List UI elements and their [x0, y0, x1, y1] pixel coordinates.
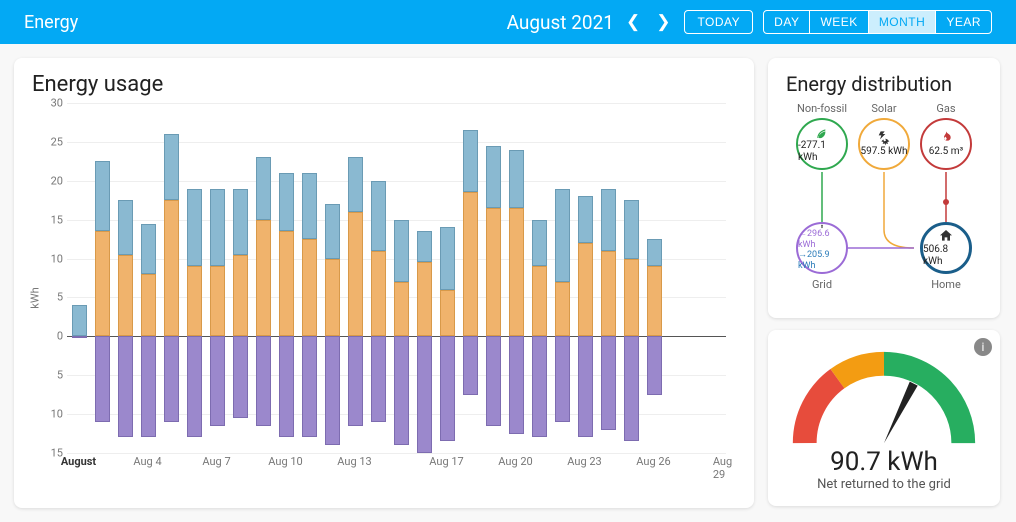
bar-day[interactable]: [394, 103, 409, 453]
solar-label: Solar: [854, 102, 914, 115]
y-tick: 10: [51, 408, 63, 421]
energy-usage-card: Energy usage kWh 30252015105051015 Augus…: [14, 58, 754, 508]
bar-day[interactable]: [486, 103, 501, 453]
right-column: Energy distribution Non-fossil -277.1 kW…: [768, 58, 1000, 508]
bar-day[interactable]: [440, 103, 455, 453]
app-header: Energy August 2021 ❮ ❯ TODAY DAY WEEK MO…: [0, 0, 1016, 44]
bar-day[interactable]: [463, 103, 478, 453]
bar-day[interactable]: [164, 103, 179, 453]
bar-day[interactable]: [187, 103, 202, 453]
bar-day[interactable]: [279, 103, 294, 453]
y-axis: 30252015105051015: [37, 103, 65, 453]
nonfossil-label: Non-fossil: [792, 102, 852, 115]
y-tick: 0: [57, 330, 63, 343]
x-tick: Aug 23: [567, 455, 601, 468]
x-tick: Aug 26: [636, 455, 670, 468]
usage-chart: kWh 30252015105051015 AugustAug 4Aug 7Au…: [67, 103, 726, 493]
bar-day[interactable]: [647, 103, 662, 453]
bar-day[interactable]: [72, 103, 87, 453]
bar-day[interactable]: [417, 103, 432, 453]
home-node[interactable]: 506.8 kWh: [920, 222, 972, 274]
grid-values: ←296.6 kWh →205.9 kWh: [798, 229, 846, 272]
gas-value: 62.5 m³: [929, 146, 963, 158]
x-tick: Aug 13: [337, 455, 371, 468]
bar-day[interactable]: [555, 103, 570, 453]
x-tick: Aug 10: [268, 455, 302, 468]
date-nav: August 2021 ❮ ❯: [507, 11, 675, 34]
bar-day[interactable]: [371, 103, 386, 453]
page-title: Energy: [24, 12, 78, 33]
bar-day[interactable]: [509, 103, 524, 453]
prev-button[interactable]: ❮: [622, 12, 644, 32]
y-tick: 25: [51, 135, 63, 148]
header-controls: August 2021 ❮ ❯ TODAY DAY WEEK MONTH YEA…: [507, 10, 992, 34]
bar-day[interactable]: [532, 103, 547, 453]
y-tick: 20: [51, 174, 63, 187]
x-tick: Aug 20: [498, 455, 532, 468]
home-label: Home: [916, 278, 976, 291]
bar-day[interactable]: [302, 103, 317, 453]
range-month[interactable]: MONTH: [868, 11, 936, 33]
bar-day[interactable]: [601, 103, 616, 453]
nonfossil-value: -277.1 kWh: [798, 140, 846, 164]
gauge-icon: [784, 344, 984, 453]
content: Energy usage kWh 30252015105051015 Augus…: [0, 44, 1016, 522]
gauge-label: Net returned to the grid: [817, 477, 951, 492]
grid-node[interactable]: ←296.6 kWh →205.9 kWh: [796, 222, 848, 274]
y-tick: 5: [57, 291, 63, 304]
bar-day[interactable]: [256, 103, 271, 453]
energy-distribution-card: Energy distribution Non-fossil -277.1 kW…: [768, 58, 1000, 318]
bar-day[interactable]: [348, 103, 363, 453]
dist-title: Energy distribution: [786, 72, 982, 96]
bar-day[interactable]: [118, 103, 133, 453]
next-button[interactable]: ❯: [652, 12, 674, 32]
y-tick: 5: [57, 369, 63, 382]
home-value: 506.8 kWh: [923, 244, 969, 268]
y-tick: 10: [51, 252, 63, 265]
solar-icon: [876, 130, 892, 146]
nonfossil-node[interactable]: -277.1 kWh: [796, 118, 848, 170]
bar-day[interactable]: [233, 103, 248, 453]
bar-day[interactable]: [578, 103, 593, 453]
range-week[interactable]: WEEK: [809, 11, 867, 33]
flame-icon: [938, 130, 954, 146]
info-button[interactable]: i: [974, 338, 992, 356]
bar-day[interactable]: [95, 103, 110, 453]
home-icon: [938, 228, 954, 244]
x-tick: August: [61, 455, 96, 468]
range-day[interactable]: DAY: [764, 11, 809, 33]
bar-day[interactable]: [325, 103, 340, 453]
bar-day[interactable]: [210, 103, 225, 453]
y-tick: 15: [51, 213, 63, 226]
range-group: DAY WEEK MONTH YEAR: [763, 10, 992, 34]
solar-value: 597.5 kWh: [860, 146, 907, 158]
x-tick: Aug 7: [202, 455, 230, 468]
gauge-card: i 90.7 kWh Net returned to the grid: [768, 330, 1000, 506]
gas-label: Gas: [916, 102, 976, 115]
x-tick: Aug 4: [133, 455, 161, 468]
leaf-icon: [814, 124, 830, 140]
range-year[interactable]: YEAR: [935, 11, 991, 33]
x-tick: Aug 29: [713, 455, 732, 481]
x-tick: Aug 17: [429, 455, 463, 468]
today-button[interactable]: TODAY: [684, 10, 753, 34]
gauge-value: 90.7 kWh: [830, 447, 938, 477]
grid-label: Grid: [792, 278, 852, 291]
bar-day[interactable]: [624, 103, 639, 453]
solar-node[interactable]: 597.5 kWh: [858, 118, 910, 170]
usage-title: Energy usage: [32, 72, 736, 97]
dist-body: Non-fossil -277.1 kWh Solar 597.5 kWh Ga…: [786, 102, 982, 307]
y-tick: 30: [51, 97, 63, 110]
bar-day[interactable]: [141, 103, 156, 453]
date-label: August 2021: [507, 11, 614, 34]
gas-node[interactable]: 62.5 m³: [920, 118, 972, 170]
plot-area: [67, 103, 726, 453]
x-axis: AugustAug 4Aug 7Aug 10Aug 13Aug 17Aug 20…: [67, 455, 726, 475]
